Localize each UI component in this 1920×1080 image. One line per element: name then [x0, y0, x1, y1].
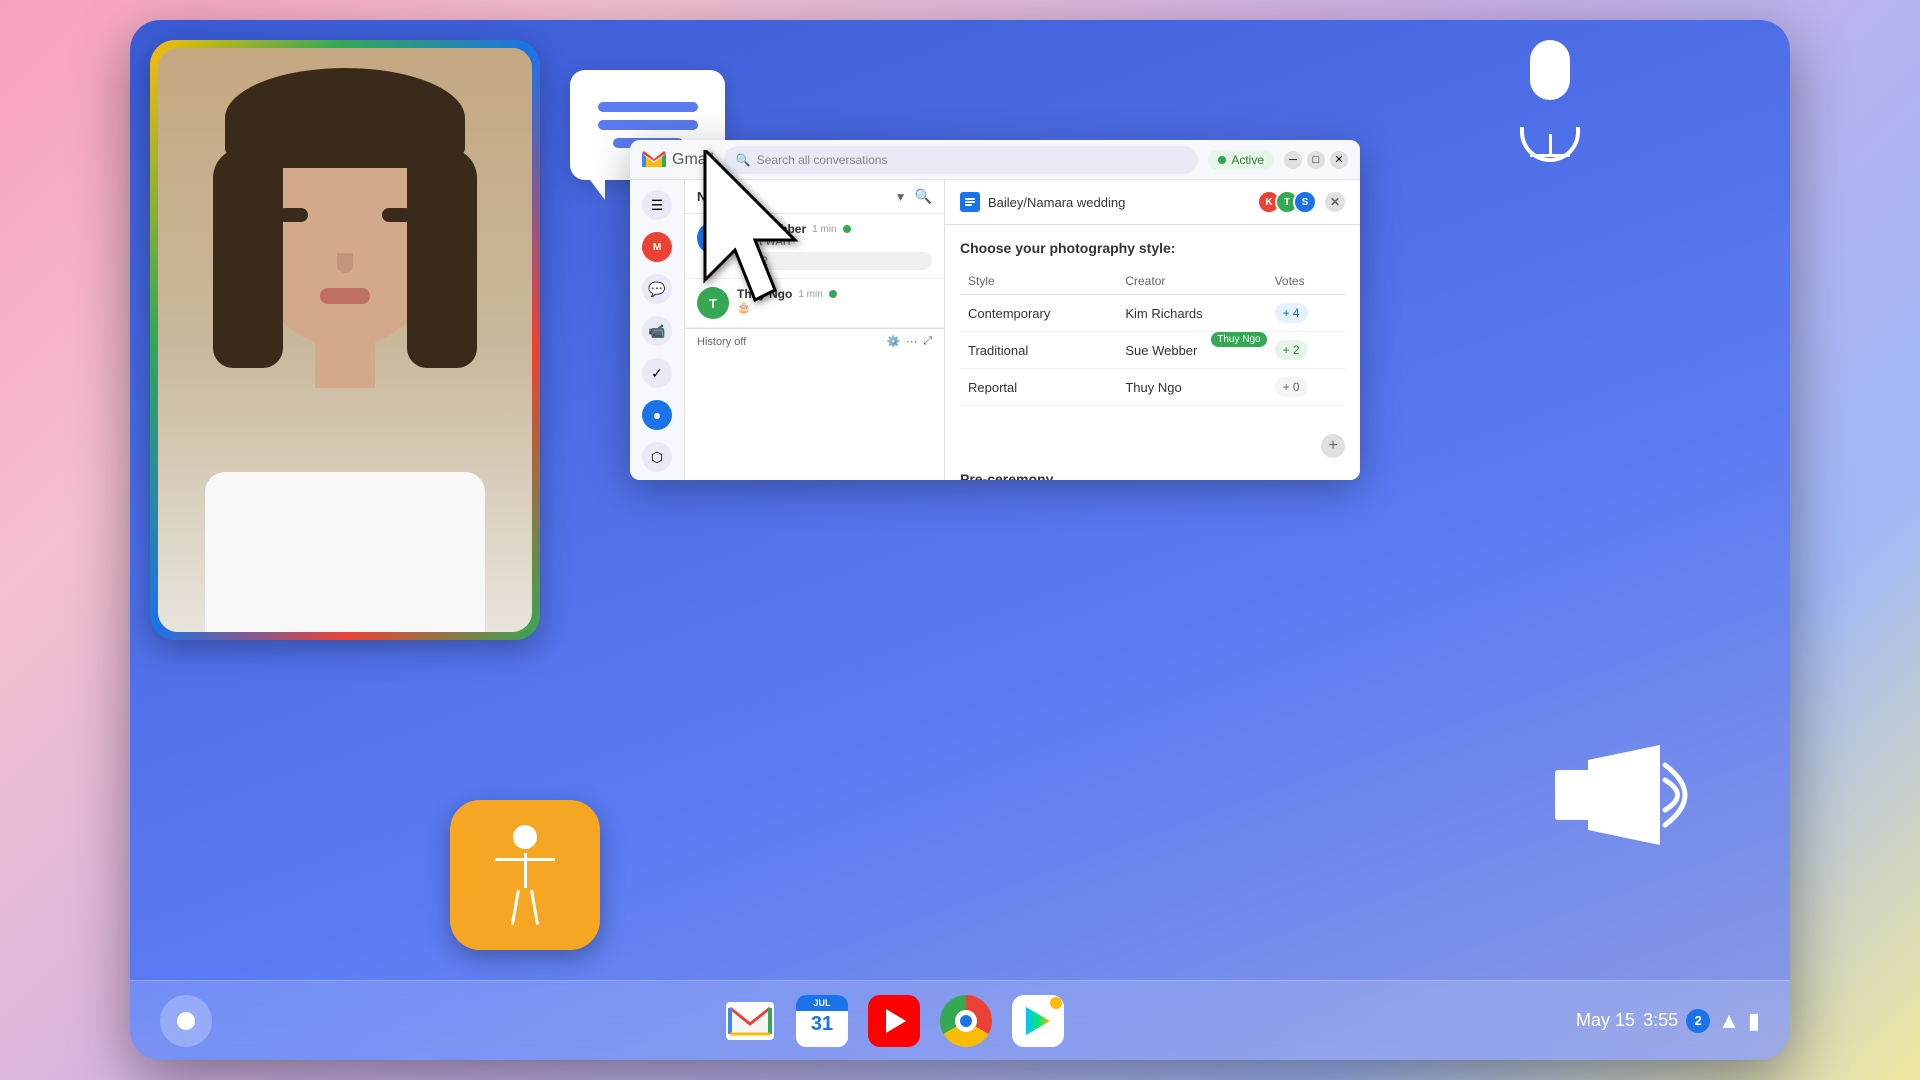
creator-thuy: Thuy Ngo: [1117, 369, 1266, 406]
gmail-active-label: Active: [1231, 153, 1264, 167]
accessibility-app[interactable]: [450, 800, 600, 950]
sidebar-extra-icon[interactable]: ⬡: [642, 442, 672, 472]
thuy-ngo-tag: Thuy Ngo: [1211, 332, 1266, 347]
pre-ceremony-title: Pre-ceremony: [960, 471, 1345, 480]
calendar-number: 31: [811, 1013, 833, 1036]
calendar-header: JUL: [796, 995, 848, 1011]
taskbar-playstore[interactable]: [1012, 995, 1064, 1047]
wifi-icon: ▲: [1718, 1008, 1740, 1034]
table-row-reportal: Reportal Thuy Ngo + 0: [960, 369, 1345, 406]
creator-sue: Sue Webber Thuy Ngo: [1117, 332, 1266, 369]
gmail-active-btn: Active: [1208, 150, 1274, 170]
settings-icon[interactable]: ⚙️: [886, 335, 900, 348]
taskbar-time: 3:55: [1643, 1010, 1678, 1031]
chrome-icon: [940, 995, 992, 1047]
taskbar: JUL 31: [130, 980, 1790, 1060]
mic-arc: [1520, 127, 1580, 162]
tasks-panel: Bailey/Namara wedding K T S ✕ Choose you…: [945, 180, 1360, 480]
acc-arms: [495, 858, 555, 861]
tasks-add-row: +: [960, 426, 1345, 466]
tasks-header: Bailey/Namara wedding K T S ✕: [945, 180, 1360, 225]
online-indicator-sue: [843, 225, 851, 233]
microphone-icon: [1510, 40, 1590, 160]
more-icon[interactable]: ⋯: [906, 335, 917, 348]
window-maximize-btn[interactable]: □: [1307, 151, 1325, 169]
doc-svg: [963, 195, 977, 209]
window-minimize-btn[interactable]: ─: [1284, 151, 1302, 169]
status-row: May 15 3:55 2 ▲ ▮: [1576, 1008, 1760, 1034]
history-off-label: History off: [697, 336, 746, 348]
gmail-taskbar-icon: [726, 1002, 774, 1040]
taskbar-launcher[interactable]: [160, 995, 212, 1047]
votes-contemporary: + 4: [1267, 295, 1345, 332]
votes-traditional: + 2: [1267, 332, 1345, 369]
sidebar-tasks-icon[interactable]: ✓: [642, 358, 672, 388]
calendar-icon: JUL 31: [796, 995, 848, 1047]
col-creator: Creator: [1117, 268, 1266, 295]
accessibility-figure: [485, 825, 565, 925]
photo-inner: [158, 48, 532, 632]
sidebar-blue-icon[interactable]: ●: [642, 400, 672, 430]
gmail-window-controls: ─ □ ✕: [1284, 151, 1348, 169]
chrome-inner: [955, 1010, 977, 1032]
tasks-close-btn[interactable]: ✕: [1325, 192, 1345, 212]
creator-kim: Kim Richards: [1117, 295, 1266, 332]
tasks-title-row: Bailey/Namara wedding: [960, 192, 1125, 212]
active-indicator-dot: [1218, 156, 1226, 164]
taskbar-chrome[interactable]: [940, 995, 992, 1047]
sidebar-meet-icon[interactable]: 📹: [642, 316, 672, 346]
chat-line-2: [598, 120, 698, 130]
col-votes: Votes: [1267, 268, 1345, 295]
taskbar-calendar[interactable]: JUL 31: [796, 995, 848, 1047]
battery-icon: ▮: [1748, 1008, 1760, 1034]
col-style: Style: [960, 268, 1117, 295]
photography-style-table: Style Creator Votes Contemporary Kim Ric…: [960, 268, 1345, 406]
gmail-sidebar: ☰ M 💬 📹 ✓ ● ⬡: [630, 180, 685, 480]
cursor-arrow: [695, 150, 835, 320]
tasks-window-title: Bailey/Namara wedding: [988, 195, 1125, 210]
chat-bottom-bar: History off ⚙️ ⋯ ⤢: [685, 328, 944, 354]
volume-icon: [1550, 730, 1710, 860]
sidebar-gmail-icon[interactable]: M: [642, 232, 672, 262]
style-contemporary: Contemporary: [960, 295, 1117, 332]
chat-line-1: [598, 102, 698, 112]
photography-style-title: Choose your photography style:: [960, 240, 1345, 256]
acc-body: [524, 853, 527, 888]
chat-expand-icon: ▼: [895, 190, 907, 204]
tasks-content: Choose your photography style: Style Cre…: [945, 225, 1360, 480]
taskbar-gmail[interactable]: [724, 995, 776, 1047]
acc-head: [513, 825, 537, 849]
window-close-btn[interactable]: ✕: [1330, 151, 1348, 169]
playstore-svg: [1022, 1005, 1054, 1037]
taskbar-youtube[interactable]: [868, 995, 920, 1047]
photo-container: [150, 40, 540, 640]
tasks-doc-icon: [960, 192, 980, 212]
taskbar-left: [160, 995, 212, 1047]
style-reportal: Reportal: [960, 369, 1117, 406]
table-row-traditional: Traditional Sue Webber Thuy Ngo + 2: [960, 332, 1345, 369]
sidebar-chat-icon[interactable]: 💬: [642, 274, 672, 304]
person-photo: [158, 48, 532, 632]
tasks-avatars: K T S: [1263, 190, 1317, 214]
playstore-icon: [1012, 995, 1064, 1047]
chat-search-icon[interactable]: 🔍: [915, 188, 932, 205]
taskbar-date: May 15: [1576, 1010, 1635, 1031]
taskbar-center: JUL 31: [212, 995, 1576, 1047]
votes-reportal: + 0: [1267, 369, 1345, 406]
youtube-play-btn: [886, 1009, 906, 1033]
launcher-dot: [177, 1012, 195, 1030]
table-row-contemporary: Contemporary Kim Richards + 4: [960, 295, 1345, 332]
gmail-logo-icon: [642, 151, 666, 169]
pre-ceremony-section: Pre-ceremony Couple's first look: [960, 471, 1345, 480]
task-avatar-3: S: [1293, 190, 1317, 214]
sidebar-menu-icon[interactable]: ☰: [642, 190, 672, 220]
style-traditional: Traditional: [960, 332, 1117, 369]
expand-icon[interactable]: ⤢: [923, 335, 932, 348]
mic-body: [1530, 40, 1570, 100]
notification-badge[interactable]: 2: [1686, 1009, 1710, 1033]
taskbar-right: May 15 3:55 2 ▲ ▮: [1576, 1008, 1760, 1034]
add-style-btn[interactable]: +: [1321, 434, 1345, 458]
youtube-icon: [868, 995, 920, 1047]
chromeos-screen: Gmail 🔍 Search all conversations Active …: [130, 20, 1790, 1060]
